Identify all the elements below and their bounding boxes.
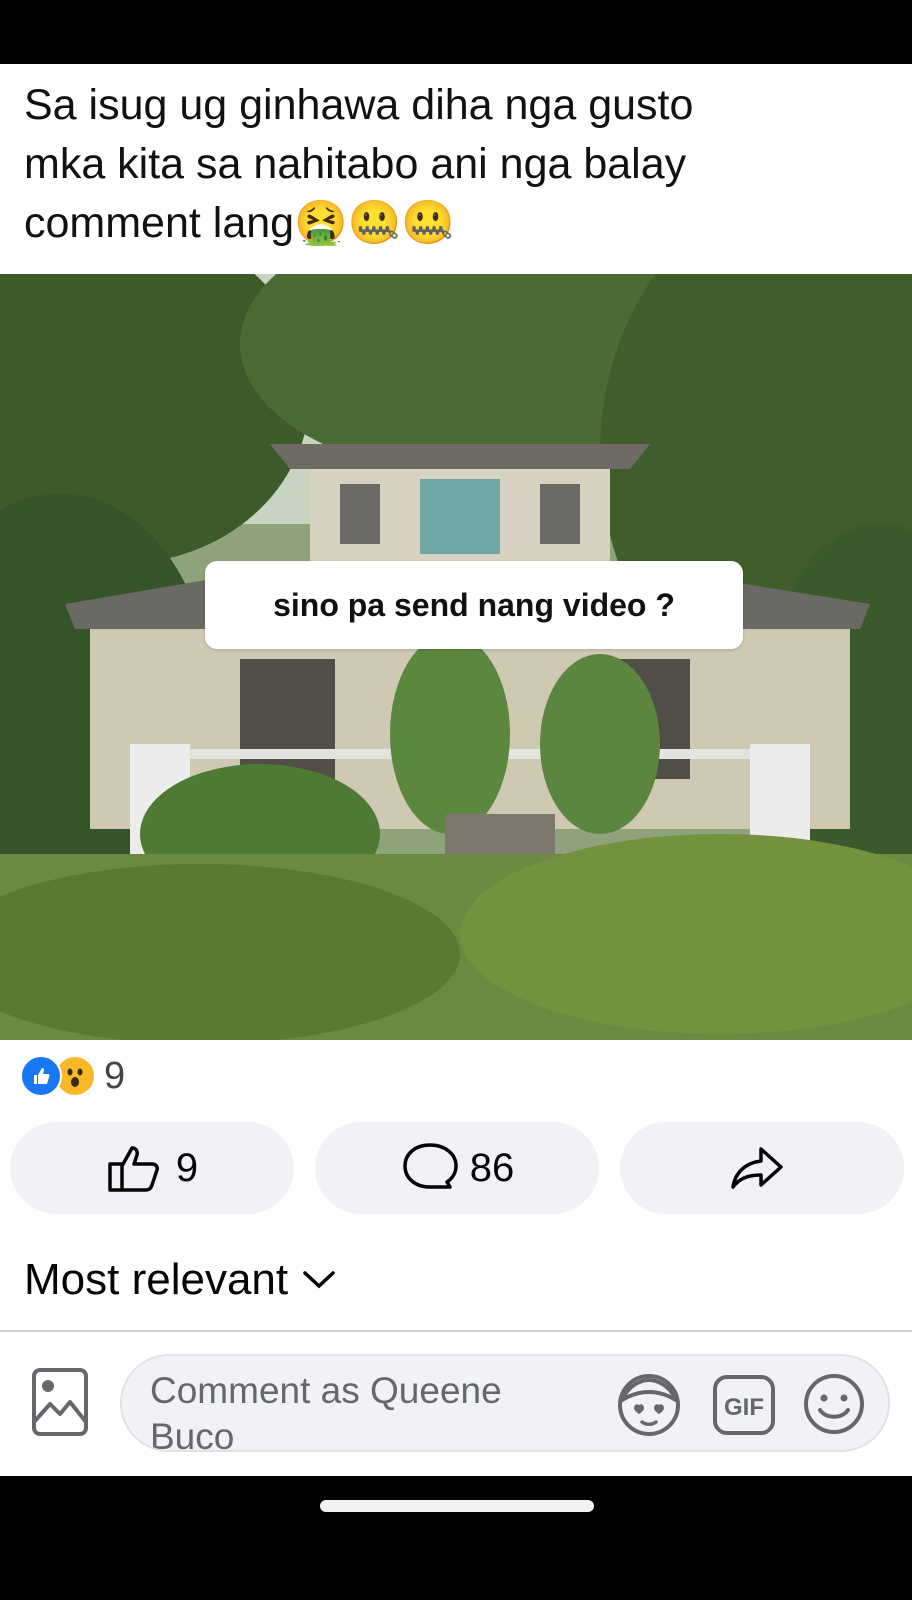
like-button[interactable]: 9	[10, 1122, 294, 1214]
like-reaction-icon	[20, 1055, 62, 1097]
post-photo[interactable]	[0, 274, 912, 1040]
image-overlay-text: sino pa send nang video ?	[205, 561, 743, 649]
avatar-sticker-icon[interactable]	[614, 1370, 684, 1440]
post-caption: Sa isug ug ginhawa diha nga gusto mka ki…	[24, 81, 694, 247]
post-action-row: 9 86	[10, 1122, 904, 1214]
reaction-count: 9	[104, 1054, 126, 1097]
system-navigation-bar	[0, 1476, 912, 1600]
like-count: 9	[175, 1145, 199, 1190]
attach-photo-button[interactable]	[30, 1366, 90, 1438]
comment-bubble-icon	[403, 1143, 458, 1189]
share-button[interactable]	[620, 1122, 904, 1214]
sort-label: Most relevant	[24, 1255, 289, 1304]
reactions-summary[interactable]: 9	[20, 1054, 125, 1098]
svg-text:GIF: GIF	[724, 1394, 764, 1421]
emoji-icon[interactable]	[802, 1372, 866, 1436]
photo-icon	[32, 1368, 88, 1436]
share-arrow-icon	[731, 1147, 783, 1189]
comment-button[interactable]: 86	[315, 1122, 599, 1214]
comment-count: 86	[469, 1145, 515, 1190]
status-bar	[0, 0, 912, 64]
comment-input[interactable]: Comment as Queene Buco GIF	[120, 1354, 890, 1452]
comment-sort-dropdown[interactable]: Most relevant	[24, 1250, 336, 1310]
comment-input-placeholder: Comment as Queene Buco	[150, 1370, 502, 1452]
chevron-down-icon	[303, 1271, 335, 1289]
divider	[0, 1330, 912, 1332]
house-photo-illustration	[0, 274, 912, 1040]
gif-icon[interactable]: GIF	[712, 1374, 776, 1436]
home-gesture-bar[interactable]	[320, 1500, 594, 1512]
thumbs-up-icon	[108, 1146, 159, 1192]
